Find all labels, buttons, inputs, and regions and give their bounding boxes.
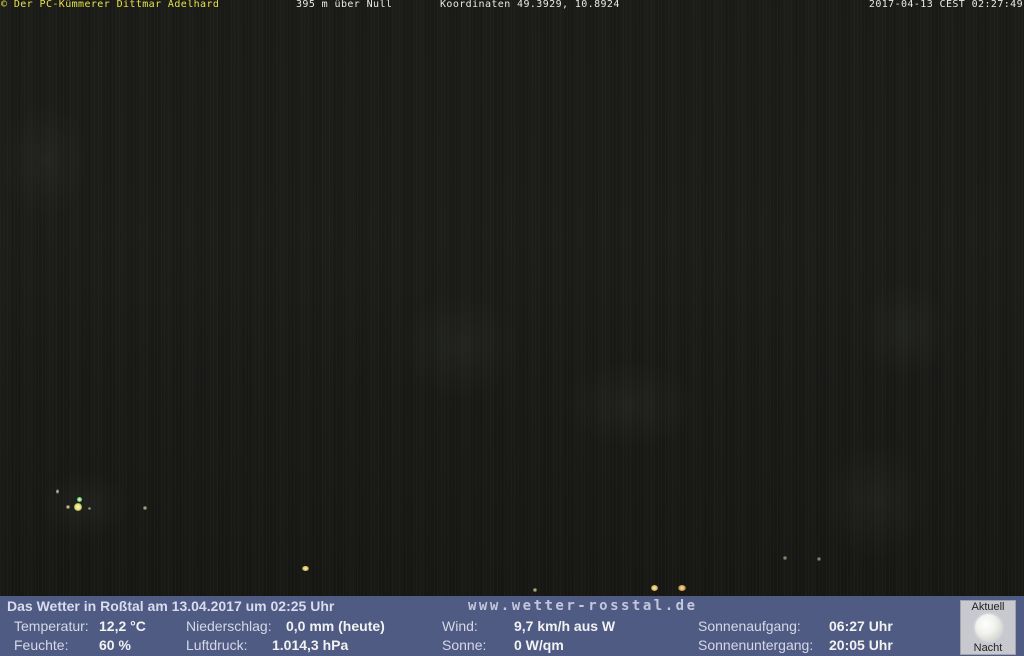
coordinates-text: Koordinaten 49.3929, 10.8924: [440, 0, 620, 10]
sunset-value: 20:05 Uhr: [829, 637, 893, 653]
town-light: [651, 585, 658, 591]
sunrise-label: Sonnenaufgang:: [698, 618, 801, 634]
timestamp-text: 2017-04-13 CEST 02:27:49: [868, 0, 1023, 10]
town-light: [56, 489, 59, 494]
sun-label: Sonne:: [442, 637, 487, 653]
humidity-value: 60 %: [99, 637, 131, 653]
pressure-label: Luftdruck:: [186, 637, 248, 653]
town-light: [77, 497, 82, 502]
town-light: [88, 507, 91, 510]
precipitation-value: 0,0 mm (heute): [286, 618, 385, 634]
town-light: [143, 506, 147, 510]
webcam-screen: © Der PC-Kümmerer Dittmar Adelhard 395 m…: [0, 0, 1024, 656]
pressure-value: 1.014,3 hPa: [272, 637, 349, 653]
weather-panel: Das Wetter in Roßtal am 13.04.2017 um 02…: [0, 596, 1024, 656]
sun-value: 0 W/qm: [514, 637, 564, 653]
temperature-label: Temperatur:: [14, 618, 89, 634]
moon-bottom-label: Nacht: [973, 642, 1003, 654]
moon-top-label: Aktuell: [971, 601, 1005, 613]
town-light: [533, 588, 537, 592]
town-light: [678, 585, 686, 591]
temperature-value: 12,2 °C: [99, 618, 146, 634]
town-light: [817, 557, 821, 561]
town-light: [74, 503, 82, 511]
camera-overlay-bar: © Der PC-Kümmerer Dittmar Adelhard 395 m…: [0, 0, 1024, 11]
town-light: [302, 566, 309, 571]
moon-icon: [975, 614, 1002, 641]
site-url-link[interactable]: www.wetter-rosstal.de: [468, 598, 698, 614]
webcam-night-image: [0, 0, 1024, 596]
wind-label: Wind:: [442, 618, 478, 634]
copyright-text: © Der PC-Kümmerer Dittmar Adelhard: [1, 0, 220, 10]
humidity-label: Feuchte:: [14, 637, 69, 653]
wind-value: 9,7 km/h aus W: [514, 618, 616, 634]
moon-phase-box: Aktuell Nacht: [960, 600, 1016, 655]
altitude-text: 395 m über Null: [296, 0, 393, 10]
weather-title: Das Wetter in Roßtal am 13.04.2017 um 02…: [7, 598, 335, 614]
precipitation-label: Niederschlag:: [186, 618, 272, 634]
sunrise-value: 06:27 Uhr: [829, 618, 893, 634]
sunset-label: Sonnenuntergang:: [698, 637, 814, 653]
town-light: [66, 505, 70, 509]
town-light: [783, 556, 787, 560]
